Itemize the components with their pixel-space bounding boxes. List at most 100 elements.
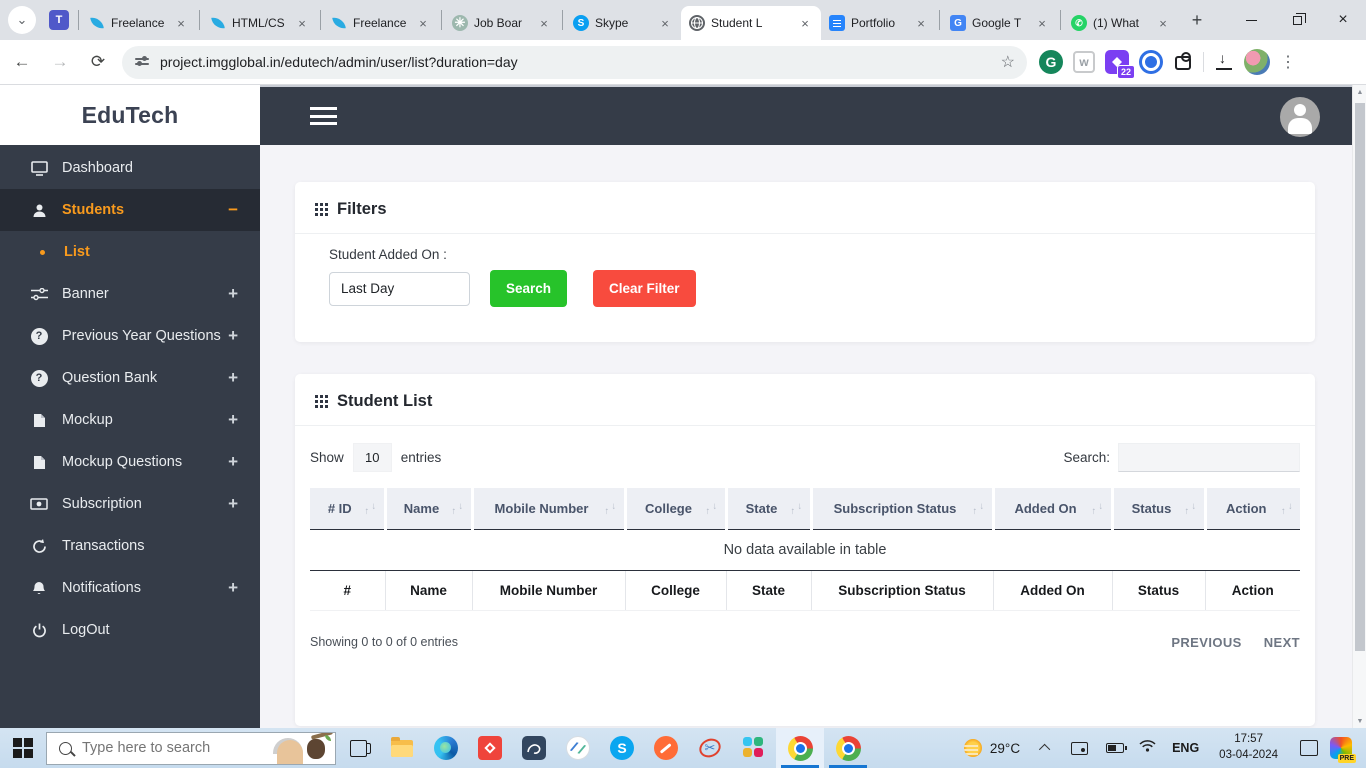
student-added-on-input[interactable] <box>329 271 470 306</box>
column-header-college[interactable]: College ↑ ↓ <box>625 488 728 530</box>
taskbar-search-box[interactable] <box>46 731 336 765</box>
scroll-down-icon[interactable]: ▼ <box>1353 714 1366 728</box>
clock[interactable]: 17:57 03-04-2024 <box>1219 732 1278 763</box>
chrome-button-active[interactable] <box>776 728 824 768</box>
expand-icon[interactable]: + <box>228 410 238 430</box>
previous-page-button[interactable]: PREVIOUS <box>1171 635 1241 650</box>
expand-icon[interactable]: + <box>228 284 238 304</box>
new-tab-button[interactable]: + <box>1183 6 1211 34</box>
column-header-id[interactable]: # ID ↑ ↓ <box>310 488 387 530</box>
tab-student-list-active[interactable]: Student L × <box>681 6 821 40</box>
sidebar-item-logout[interactable]: LogOut <box>0 609 260 651</box>
sidebar-item-subscription[interactable]: Subscription + <box>0 483 260 525</box>
bookmark-star-icon[interactable]: ☆ <box>1001 52 1015 72</box>
tab-portfolio[interactable]: Portfolio × <box>821 6 937 40</box>
url-text[interactable]: project.imgglobal.in/edutech/admin/user/… <box>160 54 1001 70</box>
postman-button[interactable] <box>644 728 688 768</box>
close-tab-icon[interactable]: × <box>294 15 310 31</box>
close-tab-icon[interactable]: × <box>1034 15 1050 31</box>
tab-freelancer-2[interactable]: Freelance × <box>323 6 439 40</box>
close-tab-icon[interactable]: × <box>657 15 673 31</box>
column-header-status[interactable]: Status ↑ ↓ <box>1112 488 1207 530</box>
skype-button[interactable]: S <box>600 728 644 768</box>
tab-google-translate[interactable]: G Google T × <box>942 6 1058 40</box>
column-header-subscription[interactable]: Subscription Status ↑ ↓ <box>811 488 995 530</box>
restore-button[interactable] <box>1274 0 1320 40</box>
blue-extension-icon[interactable] <box>1139 50 1163 74</box>
close-tab-icon[interactable]: × <box>415 15 431 31</box>
clear-filter-button[interactable]: Clear Filter <box>593 270 696 307</box>
browser-menu-icon[interactable]: ⋮ <box>1280 52 1296 72</box>
grammarly-extension-icon[interactable]: G <box>1039 50 1063 74</box>
minimize-button[interactable] <box>1228 0 1274 40</box>
wifi-icon[interactable] <box>1139 739 1156 757</box>
close-tab-icon[interactable]: × <box>797 15 813 31</box>
weather-widget[interactable]: 29°C <box>954 739 1030 757</box>
browser-scrollbar[interactable]: ▲ ▼ <box>1352 85 1366 728</box>
language-indicator[interactable]: ENG <box>1172 741 1199 755</box>
copilot-icon[interactable]: PRE <box>1330 737 1356 763</box>
anydesk-button[interactable] <box>468 728 512 768</box>
expand-icon[interactable]: + <box>228 452 238 472</box>
column-header-state[interactable]: State ↑ ↓ <box>726 488 813 530</box>
pgadmin-button[interactable] <box>512 728 556 768</box>
back-button[interactable]: ← <box>6 46 38 78</box>
pinned-tab-teams[interactable]: T <box>42 3 76 37</box>
tab-freelancer-1[interactable]: Freelance × <box>81 6 197 40</box>
notification-center-icon[interactable] <box>1300 740 1318 756</box>
brand-logo[interactable]: EduTech <box>0 85 260 145</box>
file-explorer-button[interactable] <box>380 728 424 768</box>
address-bar[interactable]: project.imgglobal.in/edutech/admin/user/… <box>122 45 1027 79</box>
sidebar-item-previous-year-questions[interactable]: ? Previous Year Questions + <box>0 315 260 357</box>
sidebar-item-notifications[interactable]: Notifications + <box>0 567 260 609</box>
battery-icon[interactable] <box>1106 743 1128 753</box>
sidebar-item-students[interactable]: Students − <box>0 189 260 231</box>
sidebar-item-mockup-questions[interactable]: Mockup Questions + <box>0 441 260 483</box>
snipping-tool-button[interactable]: ✂ <box>688 728 732 768</box>
sidebar-item-banner[interactable]: Banner + <box>0 273 260 315</box>
site-settings-icon[interactable] <box>134 54 150 70</box>
table-search-input[interactable] <box>1118 443 1300 472</box>
tray-expand-icon[interactable] <box>1039 743 1051 756</box>
tab-skype[interactable]: S Skype × <box>565 6 681 40</box>
page-size-select[interactable]: 10 <box>352 443 392 472</box>
tab-search-button[interactable]: ⌄ <box>8 6 36 34</box>
downloads-icon[interactable] <box>1214 50 1234 72</box>
wayback-extension-icon[interactable]: w <box>1073 51 1095 73</box>
extensions-puzzle-icon[interactable] <box>1173 52 1193 72</box>
taskbar-search-input[interactable] <box>82 740 222 756</box>
start-button[interactable] <box>13 738 33 758</box>
hamburger-menu-icon[interactable] <box>310 107 337 130</box>
coupon-extension-icon[interactable]: 22 <box>1105 50 1135 79</box>
next-page-button[interactable]: NEXT <box>1264 635 1300 650</box>
search-button[interactable]: Search <box>490 270 568 307</box>
sidebar-item-students-list[interactable]: List <box>0 231 260 273</box>
scrollbar-thumb[interactable] <box>1355 103 1365 651</box>
tab-html-css[interactable]: HTML/CS × <box>202 6 318 40</box>
collapse-icon[interactable]: − <box>228 200 238 220</box>
reload-button[interactable]: ⟳ <box>82 46 114 78</box>
sidebar-item-mockup[interactable]: Mockup + <box>0 399 260 441</box>
chrome-button-2[interactable] <box>824 728 872 768</box>
close-tab-icon[interactable]: × <box>173 15 189 31</box>
expand-icon[interactable]: + <box>228 494 238 514</box>
expand-icon[interactable]: + <box>228 368 238 388</box>
tab-job-board[interactable]: ✳ Job Boar × <box>444 6 560 40</box>
cast-icon[interactable] <box>1071 741 1089 755</box>
task-view-button[interactable] <box>336 728 380 768</box>
close-tab-icon[interactable]: × <box>536 15 552 31</box>
close-tab-icon[interactable]: × <box>913 15 929 31</box>
column-header-name[interactable]: Name ↑ ↓ <box>385 488 474 530</box>
user-avatar[interactable] <box>1280 97 1320 137</box>
expand-icon[interactable]: + <box>228 326 238 346</box>
sidebar-item-transactions[interactable]: Transactions <box>0 525 260 567</box>
column-header-action[interactable]: Action ↑ ↓ <box>1205 488 1300 530</box>
close-window-button[interactable]: × <box>1320 0 1366 40</box>
modeling-tool-button[interactable] <box>556 728 600 768</box>
sidebar-item-question-bank[interactable]: ? Question Bank + <box>0 357 260 399</box>
close-tab-icon[interactable]: × <box>1155 15 1171 31</box>
scroll-up-icon[interactable]: ▲ <box>1353 85 1366 99</box>
forward-button[interactable]: → <box>44 46 76 78</box>
tab-whatsapp[interactable]: ✆ (1) What × <box>1063 6 1179 40</box>
column-header-mobile[interactable]: Mobile Number ↑ ↓ <box>472 488 627 530</box>
